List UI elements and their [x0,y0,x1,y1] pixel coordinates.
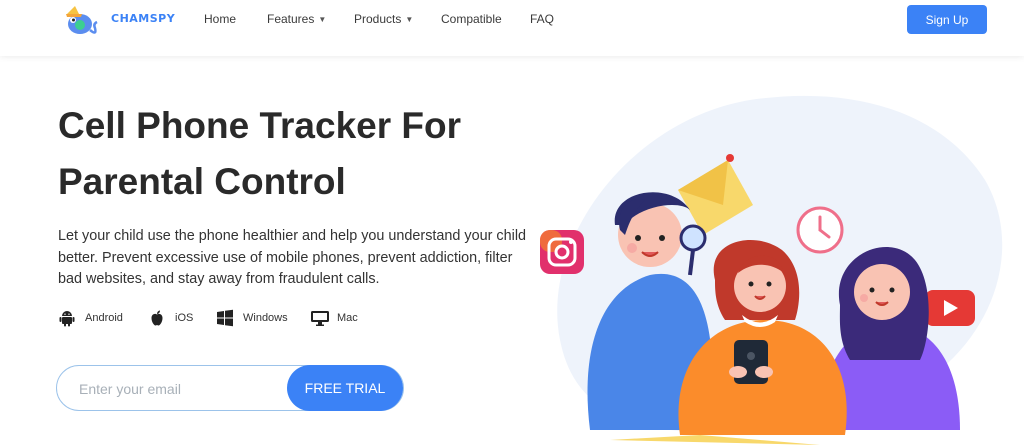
floor-accent [610,435,820,445]
nav-item-faq[interactable]: FAQ [530,12,554,26]
sign-up-button[interactable]: Sign Up [907,5,987,34]
nav-item-label: FAQ [530,12,555,26]
mac-icon [311,311,329,326]
hero-illustration [540,95,1003,445]
platform-list: Android iOS Windows Mac [58,308,418,328]
nav-item-label: Compatible [441,12,502,26]
nav-item-features[interactable]: Features ▼ [267,12,326,26]
site-header: CHAMSPY Home Features ▼ Products ▼ Compati… [0,0,1024,56]
youtube-icon [925,290,975,326]
apple-icon [151,310,163,326]
nav-item-home[interactable]: Home [204,12,236,26]
caret-down-icon: ▼ [405,15,414,24]
nav-item-label: Products [354,12,402,26]
email-input[interactable] [77,376,281,402]
platform-label: iOS [175,312,194,324]
platform-label: Windows [243,312,288,324]
nav-item-label: Home [204,12,237,26]
android-icon [59,311,75,327]
chameleon-logo-icon[interactable] [57,4,109,40]
platform-label: Android [85,312,123,324]
hero-description: Let your child use the phone healthier a… [58,228,527,287]
platform-label: Mac [337,312,358,324]
nav-item-label: Features [267,12,315,26]
instagram-icon [540,230,584,274]
windows-icon [217,309,233,327]
free-trial-button[interactable]: FREE TRIAL [287,365,403,411]
nav-item-products[interactable]: Products ▼ [354,12,413,26]
nav-item-compatible[interactable]: Compatible [441,12,502,26]
clock-icon [796,206,844,254]
caret-down-icon: ▼ [318,15,327,24]
hero-title: Cell Phone Tracker For Parental Control [58,105,462,202]
brand-name[interactable]: CHAMSPY [111,12,175,25]
